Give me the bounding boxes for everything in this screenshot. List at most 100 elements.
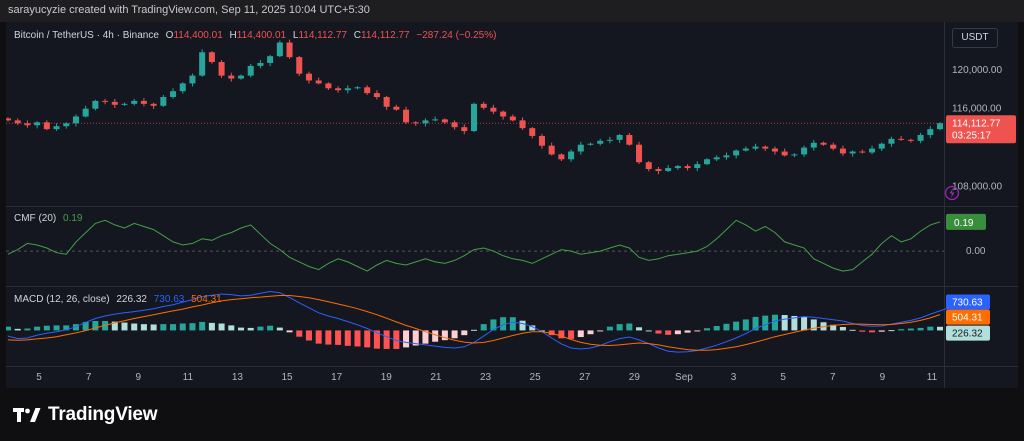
candle-body [490, 107, 497, 112]
macd-histogram-bar [335, 330, 342, 345]
candle-body [927, 129, 934, 135]
macd-histogram-bar [160, 324, 167, 331]
candle-body [820, 142, 827, 145]
macd-histogram-bar [354, 330, 361, 347]
macd-histogram-bar [150, 324, 157, 331]
macd-histogram-bar [189, 323, 196, 331]
candle-body [791, 154, 798, 156]
candle-body [869, 148, 876, 153]
macd-histogram-bar [665, 330, 672, 335]
candle-body [684, 166, 691, 169]
macd-histogram-bar [568, 330, 575, 339]
macd-histogram-bar [179, 323, 186, 331]
macd-hist-legend: 226.32 [116, 294, 147, 305]
chart-svg[interactable]: 5 7 9 11 13 15 17 19 21 23 25 27 29 Sep 3 5 7 9 11 120,000.… [6, 22, 1018, 388]
candle-body [500, 111, 507, 117]
macd-histogram-bar [276, 327, 283, 331]
candle-body [43, 122, 50, 130]
candle-body [451, 122, 458, 128]
macd-histogram-bar [849, 329, 856, 331]
candle-body [6, 118, 12, 121]
x-tick-label: 29 [629, 372, 641, 383]
x-tick-label: 9 [135, 372, 141, 383]
signal-value-tag-text: 504.31 [952, 313, 983, 324]
candle-body [470, 103, 478, 132]
x-tick-label: 3 [731, 372, 737, 383]
macd-histogram-bar [364, 330, 371, 348]
x-tick-label: 5 [36, 372, 42, 383]
macd-histogram-bar [296, 330, 303, 337]
candle-body [92, 100, 99, 109]
price-axis-label: 108,000.00 [952, 182, 1002, 193]
candle-body [645, 162, 652, 170]
cmf-axis-label: 0.00 [966, 246, 986, 257]
candle-body [315, 80, 322, 84]
x-tick-label: 11 [183, 372, 194, 383]
low-value: 114,112.77 [298, 30, 348, 41]
macd-histogram-bar [509, 317, 516, 331]
candle-body [587, 143, 594, 145]
cmf-value-tag-text: 0.19 [954, 218, 974, 229]
candle-body [296, 57, 303, 74]
macd-histogram-bar [451, 330, 458, 339]
macd-histogram-bar [616, 324, 623, 331]
macd-histogram-bar [470, 329, 478, 331]
macd-legend: MACD (12, 26, close) 226.32 730.63 504.3… [14, 294, 222, 305]
candle-body [286, 42, 293, 58]
x-tick-label: 13 [232, 372, 244, 383]
high-value: 114,400.01 [236, 30, 287, 41]
candle-body [762, 146, 769, 149]
candle-body [257, 62, 264, 66]
candle-body [538, 135, 545, 146]
x-tick-label: Sep [675, 372, 693, 383]
currency-button[interactable]: USDT [952, 28, 998, 48]
candle-body [189, 75, 196, 84]
high-label: H [229, 30, 237, 41]
chart-area[interactable]: 5 7 9 11 13 15 17 19 21 23 25 27 29 Sep 3 5 7 9 11 120,000.… [6, 22, 1018, 388]
candle-body [82, 108, 89, 117]
macd-histogram-bar [218, 323, 225, 331]
macd-histogram-bar [655, 330, 662, 334]
macd-histogram-bar [917, 327, 924, 331]
macd-histogram-bar [131, 323, 138, 331]
candle-body [432, 119, 439, 121]
candle-body [548, 145, 555, 155]
price-tag-countdown: 03:25:17 [952, 130, 991, 141]
macd-histogram-bar [257, 326, 264, 331]
candle-body [208, 52, 215, 62]
candle-body [801, 147, 808, 155]
x-tick-label: 5 [780, 372, 786, 383]
macd-histogram-bar [742, 319, 749, 331]
macd-histogram-bar [694, 330, 701, 332]
candle-body [752, 146, 759, 149]
macd-histogram-bar [247, 327, 254, 331]
histogram-value-tag-text: 226.32 [952, 329, 983, 340]
symbol-name: Bitcoin / TetherUS · 4h · Binance [14, 30, 159, 41]
candle-body [839, 148, 846, 154]
macd-histogram-bar [519, 320, 526, 331]
candle-body [131, 100, 138, 104]
candle-body [781, 151, 788, 156]
macd-histogram-bar [461, 330, 468, 336]
price-axis-label: 120,000.00 [952, 65, 1002, 76]
macd-histogram-bar [6, 326, 12, 331]
macd-histogram-bar [325, 330, 332, 345]
candle-body [616, 134, 623, 140]
macd-histogram-bar [199, 321, 206, 331]
candle-body [228, 75, 235, 79]
macd-histogram-bar [121, 322, 128, 331]
candle-body [626, 134, 633, 145]
candle-body [878, 143, 885, 149]
macd-histogram-bar [859, 330, 866, 332]
macd-histogram-bar [888, 330, 895, 332]
macd-histogram-bar [606, 326, 613, 331]
candle-body [150, 103, 157, 106]
macd-histogram-bar [286, 330, 293, 333]
watermark-text: sarayucyzie created with TradingView.com… [8, 4, 370, 16]
macd-histogram-bar [878, 330, 885, 332]
candle-body [723, 155, 730, 158]
tradingview-logo[interactable]: TradingView [12, 404, 158, 426]
macd-histogram-bar [577, 330, 584, 338]
macd-histogram-bar [762, 315, 769, 331]
macd-histogram-bar [936, 326, 944, 331]
